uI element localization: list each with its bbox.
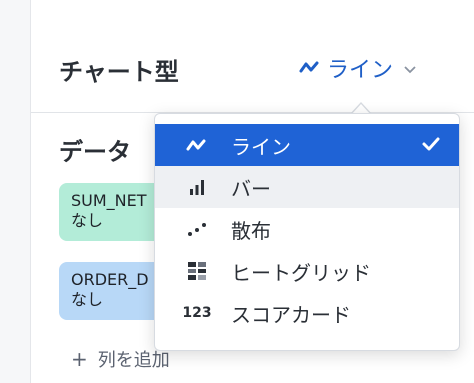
menu-item-label: ヒートグリッド [231, 260, 371, 285]
plus-icon: + [71, 347, 88, 371]
chart-type-row: チャート型 ライン [31, 0, 474, 113]
menu-item-bar[interactable]: バー [155, 166, 459, 208]
menu-item-label: スコアカード [231, 302, 351, 327]
check-icon [421, 134, 441, 158]
chart-type-selected-value: ライン [327, 58, 394, 83]
scorecard-icon: 123 [182, 305, 212, 321]
menu-item-scorecard[interactable]: 123 スコアカード [155, 292, 459, 334]
menu-item-line[interactable]: ライン [155, 124, 459, 166]
menu-item-scatter[interactable]: 散布 [155, 208, 459, 250]
scatter-icon [185, 217, 209, 241]
menu-item-label: 散布 [231, 218, 271, 243]
left-panel-edge [0, 0, 31, 383]
add-column-button[interactable]: + 列を追加 [71, 346, 170, 372]
chevron-down-icon [403, 59, 417, 78]
line-chart-icon [185, 133, 209, 157]
heatgrid-icon [185, 259, 209, 283]
bar-chart-icon [185, 175, 209, 199]
chart-type-select[interactable]: ライン [299, 52, 417, 84]
menu-item-label: ライン [231, 134, 291, 159]
chart-type-dropdown: ライン バー 散布 ヒートグリッド 123 スコアカード [154, 113, 460, 351]
chart-type-label: チャート型 [59, 58, 179, 86]
menu-item-label: バー [231, 176, 271, 201]
menu-item-heatgrid[interactable]: ヒートグリッド [155, 250, 459, 292]
line-chart-icon [299, 59, 321, 78]
data-heading: データ [59, 138, 131, 166]
